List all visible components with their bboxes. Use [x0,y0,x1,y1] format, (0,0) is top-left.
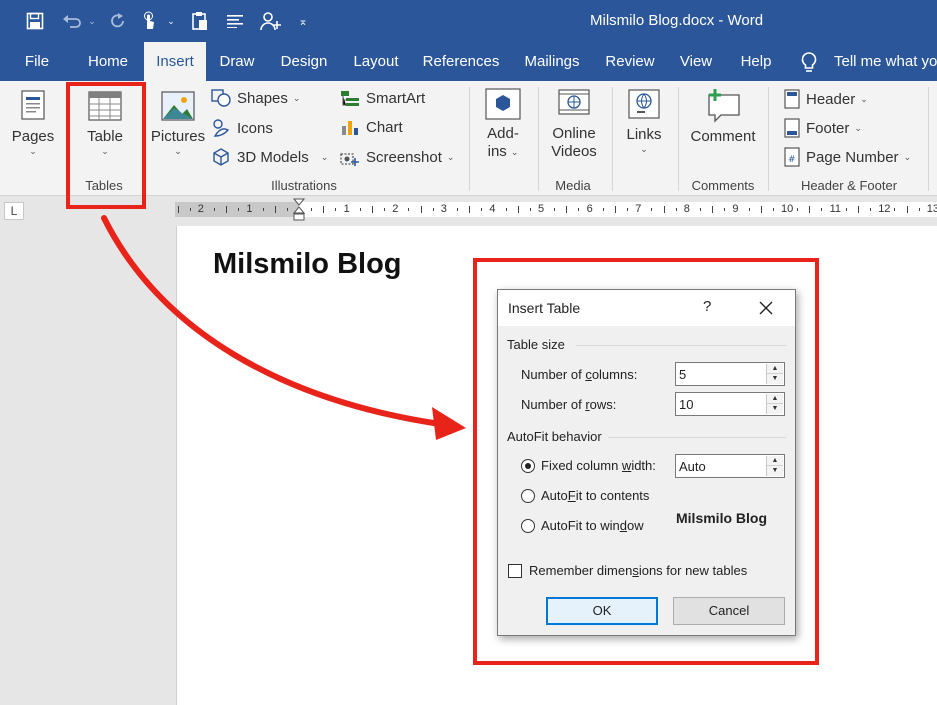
remember-dimensions-label: Remember dimensions for new tables [529,563,748,578]
watermark-text: Milsmilo Blog [676,510,767,526]
fixed-width-increment-button[interactable]: ▲ [767,456,783,466]
autofit-contents-radio[interactable]: AutoFit to contents [521,488,649,503]
rows-decrement-button[interactable]: ▼ [767,404,783,414]
insert-table-dialog: Insert Table ? Table size Number of colu… [497,289,796,636]
columns-input[interactable] [676,363,766,385]
fixed-width-radio[interactable]: Fixed column width: [521,458,656,473]
rows-increment-button[interactable]: ▲ [767,394,783,404]
autofit-label: AutoFit behavior [507,429,602,444]
rows-label: Number of rows: [521,397,617,412]
rows-input[interactable] [676,393,766,415]
columns-increment-button[interactable]: ▲ [767,364,783,374]
radio-icon [521,488,535,503]
autofit-window-radio[interactable]: AutoFit to window [521,518,644,533]
close-icon[interactable] [756,298,776,318]
fixed-width-input[interactable] [676,455,766,477]
ok-button[interactable]: OK [546,597,658,625]
divider [608,437,786,438]
fixed-width-stepper[interactable]: ▲ ▼ [675,454,785,478]
autofit-window-label: AutoFit to window [541,518,644,533]
fixed-width-label: Fixed column width: [541,458,656,473]
autofit-contents-label: AutoFit to contents [541,488,650,503]
dialog-title-bar: Insert Table ? [498,290,795,326]
table-size-label: Table size [507,337,565,352]
rows-stepper[interactable]: ▲ ▼ [675,392,785,416]
fixed-width-decrement-button[interactable]: ▼ [767,466,783,476]
dialog-title: Insert Table [508,300,581,316]
columns-stepper[interactable]: ▲ ▼ [675,362,785,386]
radio-icon [521,518,535,533]
columns-decrement-button[interactable]: ▼ [767,374,783,384]
divider [576,345,786,346]
cancel-button[interactable]: Cancel [673,597,785,625]
radio-selected-icon [521,458,535,473]
checkbox-icon [508,563,522,578]
help-button[interactable]: ? [703,298,711,315]
columns-label: Number of columns: [521,367,638,382]
remember-dimensions-checkbox[interactable]: Remember dimensions for new tables [508,563,747,578]
